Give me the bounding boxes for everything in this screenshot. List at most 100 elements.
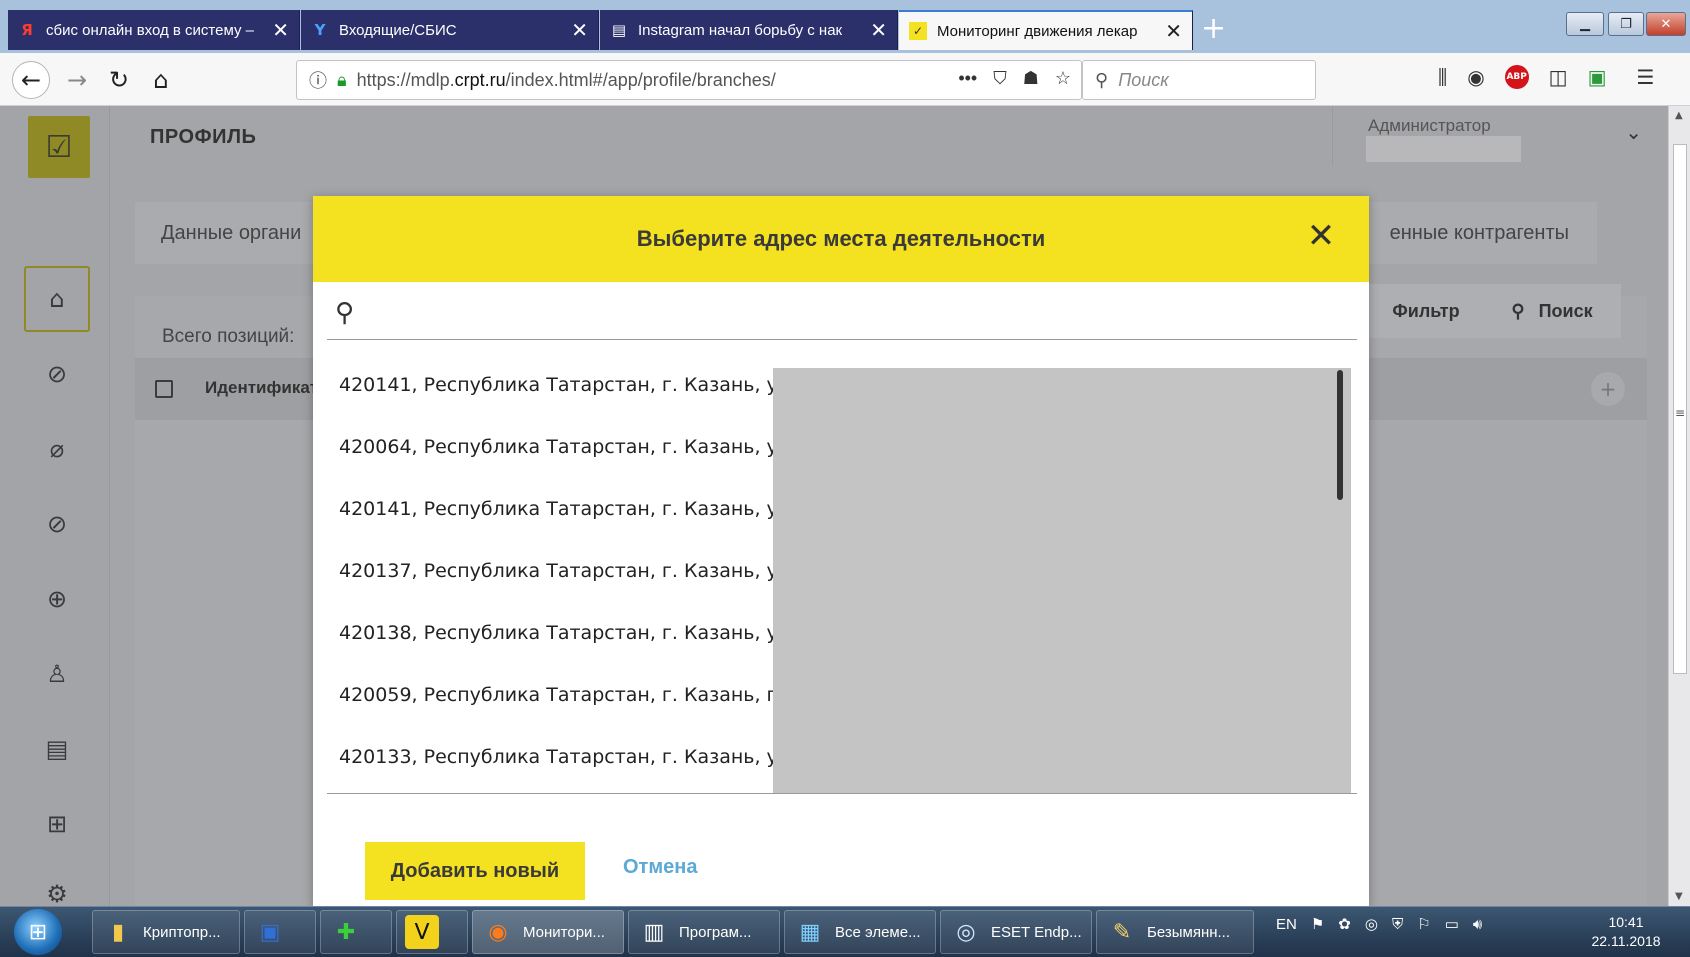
address-search-input[interactable] <box>377 298 1327 334</box>
taskbar-item-save[interactable]: ▣ <box>244 910 316 954</box>
taskbar-item-cryptopro[interactable]: ▮ Криптопр... <box>92 910 240 954</box>
clipboard-icon[interactable]: ▣ <box>1588 65 1607 89</box>
filter-button[interactable]: Фильтр <box>1362 284 1490 338</box>
page-title: ПРОФИЛЬ <box>150 126 257 148</box>
tab-organization-data[interactable]: Данные органи <box>161 222 301 245</box>
clock-date: 22.11.2018 <box>1591 933 1661 949</box>
search-icon: ⚲ <box>1095 69 1109 90</box>
tray-app-icon[interactable]: ✿ <box>1338 915 1351 933</box>
tab-title: Входящие/СБИС <box>339 21 457 39</box>
document-icon[interactable]: ▤ <box>24 716 90 782</box>
logo-icon[interactable]: ☑ <box>28 116 90 178</box>
search-placeholder: Поиск <box>1118 69 1169 90</box>
user-role: Администратор <box>1368 116 1491 135</box>
redacted-area <box>773 368 1351 793</box>
task-label: Все элеме... <box>835 923 921 941</box>
language-indicator[interactable]: EN <box>1276 916 1297 933</box>
library-icon[interactable]: ⫼ <box>1438 65 1447 89</box>
minimize-icon[interactable]: ▁ <box>1566 12 1604 36</box>
scroll-up-icon[interactable]: ▲ <box>1675 110 1683 121</box>
restore-icon[interactable]: ❐ <box>1608 12 1644 36</box>
user-icon[interactable]: ♙ <box>24 641 90 707</box>
clock[interactable]: 10:41 22.11.2018 <box>1586 913 1666 951</box>
close-icon[interactable]: ✕ <box>272 20 289 40</box>
volume-icon[interactable]: 🔊︎ <box>1473 916 1482 933</box>
new-tab-icon[interactable]: + <box>1201 14 1226 44</box>
tab-title: сбис онлайн вход в систему – <box>46 21 254 39</box>
globe-icon[interactable]: ⊕ <box>24 566 90 632</box>
taskbar-item-pharmacy[interactable]: ✚ <box>320 910 392 954</box>
pill-icon[interactable]: ⊘ <box>24 341 90 407</box>
total-positions-label: Всего позиций: <box>162 326 295 347</box>
browser-search-field[interactable]: ⚲ Поиск <box>1082 60 1316 100</box>
extension-icon[interactable]: ☗ <box>1023 68 1039 89</box>
modal-title: Выберите адрес места деятельности <box>636 226 1046 251</box>
browser-tab-bar: Я сбис онлайн вход в систему – ✕ Y Входя… <box>0 0 1690 53</box>
display-icon[interactable]: ▭ <box>1445 915 1459 933</box>
close-icon[interactable]: ✕ <box>1301 216 1341 256</box>
scroll-down-icon[interactable]: ▼ <box>1675 891 1683 902</box>
menu-icon[interactable]: ☰ <box>1636 65 1654 89</box>
browser-tab-sbis-inbox[interactable]: Y Входящие/СБИС ✕ <box>301 10 599 50</box>
bookmark-star-icon[interactable]: ☆ <box>1055 68 1071 89</box>
firefox-icon: ◉ <box>488 919 508 944</box>
yandex-icon: Я <box>21 21 33 39</box>
task-label: Криптопр... <box>143 923 221 941</box>
cancel-button[interactable]: Отмена <box>623 856 697 879</box>
tab-contractors[interactable]: енные контрагенты <box>1390 222 1569 245</box>
list-scrollbar[interactable] <box>1337 370 1343 500</box>
flag-icon[interactable]: ⚐ <box>1417 915 1430 933</box>
url-text: https://mdlp.crpt.ru/index.html#/app/pro… <box>356 69 776 90</box>
tab-title: Instagram начал борьбу с нак <box>638 21 843 39</box>
taskbar-item-batman[interactable]: ᐯ <box>396 910 468 954</box>
user-name-redacted <box>1366 136 1521 162</box>
search-button-label: Поиск <box>1538 300 1593 321</box>
system-tray: EN ⚑ ✿ ◎ ⛨ ⚐ ▭ 🔊︎ <box>1276 915 1482 934</box>
taskbar-item-paint[interactable]: ✎ Безымянн... <box>1096 910 1254 954</box>
search-button[interactable]: ⚲ Поиск <box>1483 284 1621 338</box>
network-icon[interactable]: ⚑ <box>1311 915 1324 933</box>
tray-eset-icon[interactable]: ◎ <box>1365 915 1378 933</box>
page-scrollbar[interactable]: ▲ ≡ ▼ <box>1668 106 1690 906</box>
pocket-icon[interactable]: ⛉ <box>993 68 1007 89</box>
column-identifier[interactable]: Идентификат <box>205 378 318 398</box>
close-icon[interactable]: ✕ <box>870 20 887 40</box>
grid-icon[interactable]: ⊞ <box>24 791 90 857</box>
mdlp-favicon-icon: ✓ <box>909 22 927 40</box>
url-bar[interactable]: ⓘ 🔒︎ https://mdlp.crpt.ru/index.html#/ap… <box>296 60 1082 100</box>
close-icon[interactable]: ✕ <box>1165 21 1182 41</box>
reload-icon[interactable]: ↻ <box>100 61 138 99</box>
capsule-icon[interactable]: ⌀ <box>24 416 90 482</box>
user-menu[interactable]: Администратор ⌄ <box>1332 106 1677 166</box>
close-icon[interactable]: ✕ <box>571 20 588 40</box>
taskbar-item-firefox[interactable]: ◉ Монитори... <box>472 910 624 954</box>
tab-title: Мониторинг движения лекар <box>937 22 1138 40</box>
select-all-checkbox[interactable] <box>155 380 173 398</box>
add-new-button[interactable]: Добавить новый <box>365 842 585 900</box>
forward-icon[interactable]: → <box>58 61 96 99</box>
circle-icon[interactable]: ◉ <box>1467 65 1484 89</box>
task-label: Безымянн... <box>1147 923 1231 941</box>
home-icon[interactable]: ⌂ <box>142 61 180 99</box>
start-icon[interactable]: ⊞ <box>14 909 62 955</box>
close-window-icon[interactable]: ✕ <box>1646 12 1686 36</box>
browser-tab-instagram[interactable]: ▤ Instagram начал борьбу с нак ✕ <box>600 10 898 50</box>
adblock-icon[interactable]: ABP <box>1504 65 1529 89</box>
scroll-grip-icon: ≡ <box>1675 406 1686 420</box>
chevron-down-icon[interactable]: ⌄ <box>1625 120 1642 144</box>
taskbar-item-control-panel[interactable]: ▦ Все элеме... <box>784 910 936 954</box>
address-list[interactable]: 420141, Республика Татарстан, г. Казань,… <box>327 354 1357 794</box>
taskbar-item-programs[interactable]: ▥ Програм... <box>628 910 780 954</box>
search-icon: ⚲ <box>335 298 355 328</box>
home-nav-icon[interactable]: ⌂ <box>24 266 90 332</box>
browser-tab-sbis-search[interactable]: Я сбис онлайн вход в систему – ✕ <box>8 10 300 50</box>
add-column-icon[interactable]: + <box>1591 372 1625 406</box>
browser-tab-monitoring[interactable]: ✓ Мониторинг движения лекар ✕ <box>899 10 1193 50</box>
tray-shield-icon[interactable]: ⛨ <box>1392 916 1403 933</box>
sidebar-icon[interactable]: ◫ <box>1549 65 1568 89</box>
back-icon[interactable]: ← <box>12 61 50 99</box>
taskbar-item-eset[interactable]: ◎ ESET Endp... <box>940 910 1092 954</box>
info-icon[interactable]: ⓘ <box>309 67 327 93</box>
more-icon[interactable]: ••• <box>958 68 977 89</box>
pill-return-icon[interactable]: ⊘ <box>24 491 90 557</box>
